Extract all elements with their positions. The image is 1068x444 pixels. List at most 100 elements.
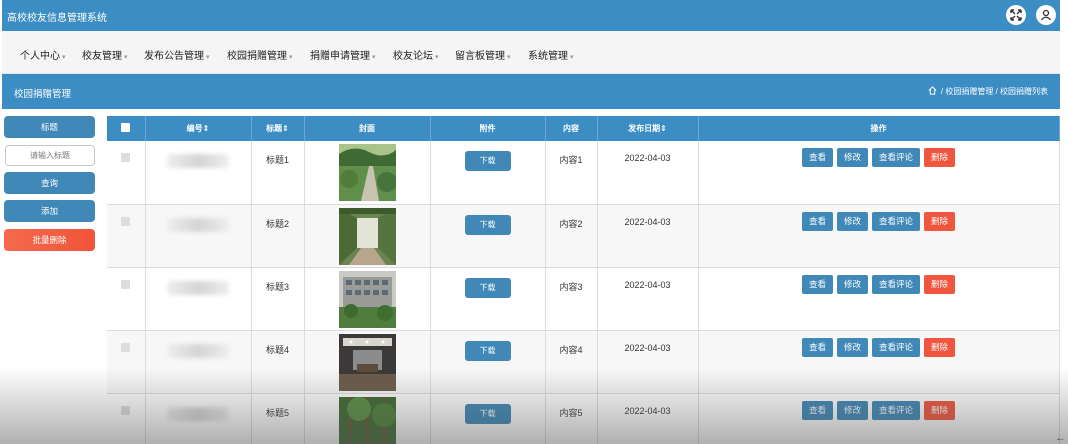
- row-date: 2022-04-03: [597, 204, 699, 268]
- batch-delete-button[interactable]: 批量删除: [4, 229, 95, 251]
- view-button[interactable]: 查看: [801, 211, 833, 231]
- breadcrumb-item[interactable]: 校园捐赠管理: [945, 86, 993, 97]
- download-button[interactable]: 下载: [464, 277, 511, 298]
- table-row: 标题4 下载 内容4 2022-04-03 查看 修改 查看评论 删除: [107, 330, 1060, 394]
- row-actions: 查看 修改 查看评论 删除: [698, 141, 1060, 205]
- delete-button[interactable]: 删除: [924, 211, 956, 231]
- nav-item-donations[interactable]: 校园捐赠管理 ▾: [227, 47, 293, 62]
- row-cover-image: [304, 330, 431, 394]
- delete-button[interactable]: 删除: [924, 400, 956, 420]
- row-checkbox[interactable]: [107, 141, 146, 205]
- download-button[interactable]: 下载: [464, 403, 511, 424]
- donation-table: 编号⇕ 标题⇕ 封面 附件 内容 发布日期⇕ 操作 标题1 下载 内容1 2022-0…: [107, 116, 1060, 444]
- add-button[interactable]: 添加: [4, 200, 95, 222]
- row-title: 标题2: [251, 204, 305, 268]
- download-button[interactable]: 下载: [464, 214, 511, 235]
- nav-item-forum[interactable]: 校友论坛 ▾: [393, 47, 439, 62]
- row-actions: 查看 修改 查看评论 删除: [698, 204, 1060, 268]
- download-button[interactable]: 下载: [464, 340, 511, 361]
- row-content: 内容5: [545, 393, 598, 444]
- row-actions: 查看 修改 查看评论 删除: [698, 267, 1060, 331]
- row-title: 标题3: [251, 267, 305, 331]
- view-comments-button[interactable]: 查看评论: [872, 400, 921, 420]
- row-id-redacted: [145, 204, 252, 268]
- chevron-down-icon: ▾: [289, 54, 293, 61]
- column-header-id[interactable]: 编号⇕: [145, 116, 252, 141]
- row-date: 2022-04-03: [597, 267, 699, 331]
- edit-button[interactable]: 修改: [836, 148, 868, 167]
- view-comments-button[interactable]: 查看评论: [872, 337, 921, 357]
- row-content: 内容1: [545, 141, 598, 205]
- row-actions: 查看 修改 查看评论 删除: [698, 393, 1060, 444]
- row-checkbox[interactable]: [107, 393, 146, 444]
- chevron-down-icon: ▾: [206, 54, 210, 61]
- edit-button[interactable]: 修改: [836, 274, 868, 294]
- row-checkbox[interactable]: [107, 330, 146, 394]
- row-id-redacted: [145, 393, 252, 444]
- nav-item-alumni[interactable]: 校友管理 ▾: [82, 47, 128, 62]
- view-button[interactable]: 查看: [801, 148, 833, 167]
- delete-button[interactable]: 删除: [924, 274, 956, 294]
- row-cover-image: [304, 141, 431, 205]
- download-button[interactable]: 下载: [464, 151, 511, 171]
- chevron-down-icon: ▾: [570, 54, 574, 61]
- row-cover-image: [304, 267, 431, 331]
- column-header-title[interactable]: 标题⇕: [251, 116, 305, 141]
- chevron-down-icon: ▾: [62, 54, 66, 61]
- delete-button[interactable]: 删除: [924, 337, 956, 357]
- row-cover-image: [304, 204, 431, 268]
- row-date: 2022-04-03: [597, 330, 699, 394]
- back-arrow-icon[interactable]: ←: [1055, 432, 1066, 444]
- delete-button[interactable]: 删除: [924, 148, 956, 167]
- view-button[interactable]: 查看: [801, 400, 833, 420]
- row-content: 内容2: [545, 204, 598, 268]
- row-title: 标题1: [251, 141, 305, 205]
- view-comments-button[interactable]: 查看评论: [872, 211, 921, 231]
- chevron-down-icon: ▾: [435, 54, 439, 61]
- row-checkbox[interactable]: [107, 267, 146, 331]
- chevron-down-icon: ▾: [372, 54, 376, 61]
- nav-item-message-board[interactable]: 留言板管理 ▾: [455, 47, 511, 62]
- nav-item-system[interactable]: 系统管理 ▾: [528, 47, 574, 62]
- row-title: 标题4: [251, 330, 305, 394]
- table-row: 标题1 下载 内容1 2022-04-03 查看 修改 查看评论 删除: [107, 141, 1060, 205]
- table-header-row: 编号⇕ 标题⇕ 封面 附件 内容 发布日期⇕ 操作: [107, 116, 1060, 141]
- edit-button[interactable]: 修改: [836, 337, 868, 357]
- fullscreen-icon[interactable]: [1006, 5, 1026, 25]
- column-header-date[interactable]: 发布日期⇕: [597, 116, 699, 141]
- view-button[interactable]: 查看: [801, 337, 833, 357]
- view-comments-button[interactable]: 查看评论: [872, 148, 921, 167]
- row-id-redacted: [145, 267, 252, 331]
- view-button[interactable]: 查看: [801, 274, 833, 294]
- table-row: 标题5 下载 内容5 2022-04-03 查看 修改 查看评论 删除: [107, 393, 1060, 444]
- select-all-checkbox[interactable]: [107, 116, 146, 141]
- edit-button[interactable]: 修改: [836, 400, 868, 420]
- row-content: 内容3: [545, 267, 598, 331]
- chevron-down-icon: ▾: [507, 54, 511, 61]
- view-comments-button[interactable]: 查看评论: [872, 274, 921, 294]
- breadcrumb-item: 校园捐赠列表: [1000, 87, 1048, 96]
- column-header-actions: 操作: [698, 116, 1060, 141]
- page-title: 校园捐赠管理: [14, 89, 72, 100]
- nav-item-personal-center[interactable]: 个人中心 ▾: [20, 47, 66, 62]
- chevron-down-icon: ▾: [124, 54, 128, 61]
- column-header-attachment: 附件: [430, 116, 546, 141]
- row-checkbox[interactable]: [107, 204, 146, 268]
- query-button[interactable]: 查询: [4, 172, 95, 194]
- page-header: 校园捐赠管理 / 校园捐赠管理 / 校园捐赠列表: [2, 74, 1060, 109]
- home-icon[interactable]: [928, 86, 937, 97]
- nav-item-announcements[interactable]: 发布公告管理 ▾: [144, 47, 210, 62]
- main-nav: 个人中心 ▾ 校友管理 ▾ 发布公告管理 ▾ 校园捐赠管理 ▾ 捐赠申请管理 ▾ 校友论坛…: [2, 31, 1060, 74]
- title-search-input[interactable]: [5, 145, 95, 166]
- app-title: 高校校友信息管理系统: [7, 13, 107, 24]
- top-bar: 高校校友信息管理系统: [2, 0, 1060, 31]
- edit-button[interactable]: 修改: [836, 211, 868, 231]
- nav-item-donation-applications[interactable]: 捐赠申请管理 ▾: [310, 47, 376, 62]
- row-id-redacted: [145, 330, 252, 394]
- user-icon[interactable]: [1036, 5, 1056, 25]
- table-row: 标题2 下载 内容2 2022-04-03 查看 修改 查看评论 删除: [107, 204, 1060, 268]
- table-row: 标题3 下载 内容3 2022-04-03 查看 修改 查看评论 删除: [107, 267, 1060, 331]
- search-field-label: 标题: [4, 116, 95, 138]
- column-header-content: 内容: [545, 116, 598, 141]
- row-cover-image: [304, 393, 431, 444]
